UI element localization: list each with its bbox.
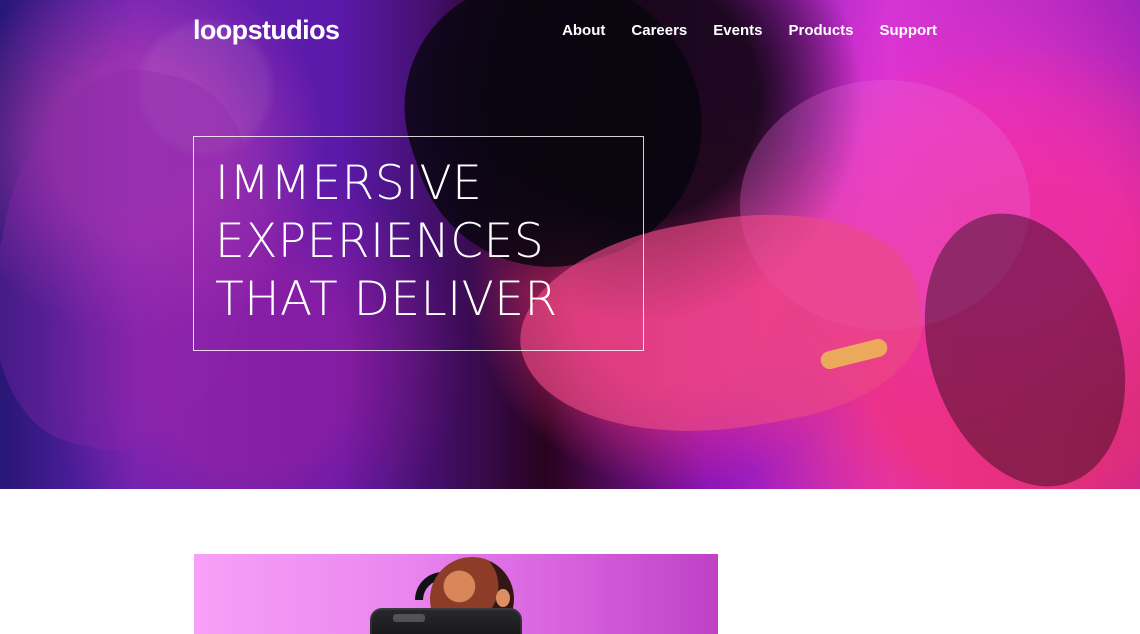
hero-title-line-1: IMMERSIVE: [215, 156, 483, 211]
featured-image: [194, 554, 718, 634]
landing-page: loopstudios About Careers Events Product…: [0, 0, 1140, 634]
nav-products-link[interactable]: Products: [788, 21, 853, 41]
hero-title-line-2: EXPERIENCES: [215, 214, 545, 269]
headset-detail: [393, 614, 425, 622]
hero-title: IMMERSIVE EXPERIENCES THAT DELIVER: [215, 155, 605, 329]
primary-navigation: About Careers Events Products Support: [562, 21, 937, 41]
hero-title-line-3: THAT DELIVER: [215, 272, 558, 327]
logo-wordmark[interactable]: loopstudios: [193, 14, 340, 46]
site-header: loopstudios About Careers Events Product…: [193, 13, 937, 53]
nav-events-link[interactable]: Events: [713, 21, 762, 41]
hero-section: loopstudios About Careers Events Product…: [0, 0, 1140, 489]
hero-title-box: IMMERSIVE EXPERIENCES THAT DELIVER: [193, 136, 644, 351]
person-ear: [496, 589, 510, 607]
nav-support-link[interactable]: Support: [880, 21, 938, 41]
nav-about-link[interactable]: About: [562, 21, 605, 41]
content-section: [0, 489, 1140, 634]
nav-careers-link[interactable]: Careers: [631, 21, 687, 41]
